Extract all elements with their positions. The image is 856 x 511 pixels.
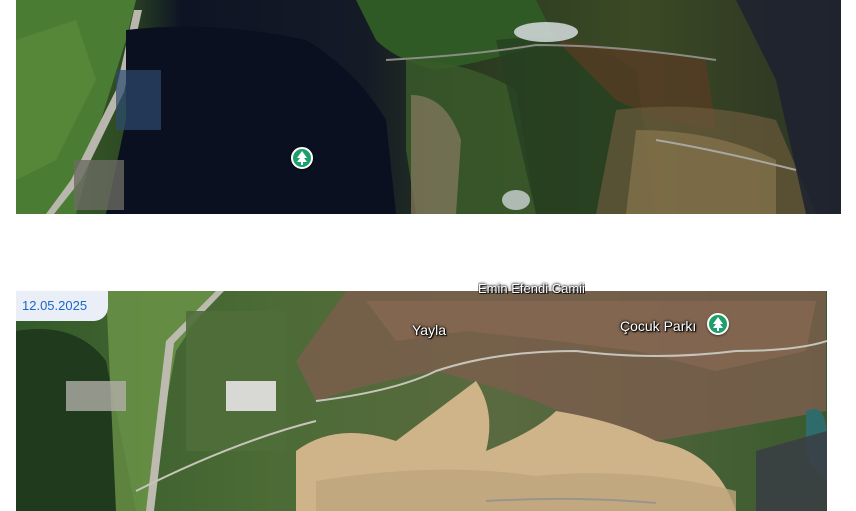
place-label-mosque[interactable]: Emin Efendi Camii bbox=[478, 281, 585, 294]
tree-pin-icon[interactable] bbox=[291, 147, 313, 169]
tree-pin-icon-park[interactable] bbox=[707, 313, 729, 335]
satellite-panel-top[interactable] bbox=[16, 0, 841, 214]
tree-icon bbox=[713, 317, 723, 331]
place-label-park[interactable]: Çocuk Parkı bbox=[620, 318, 696, 334]
tree-icon bbox=[297, 151, 307, 165]
comparison-page: Emin Efendi Camii Yayla Çocuk Parkı 12.0… bbox=[0, 0, 856, 511]
date-badge: 12.05.2025 bbox=[16, 291, 108, 321]
place-label-yayla[interactable]: Yayla bbox=[412, 322, 446, 338]
terrain-top bbox=[16, 0, 841, 214]
